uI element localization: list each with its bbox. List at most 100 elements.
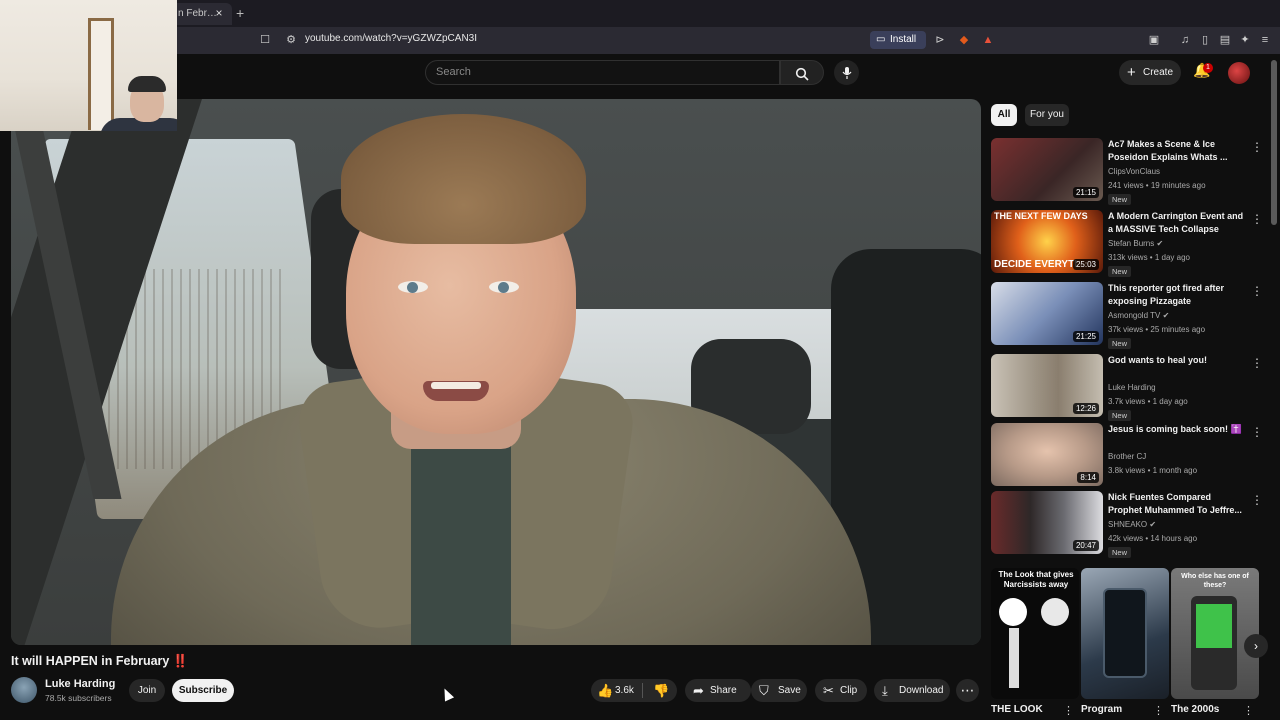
- bookmark-icon: ⛉: [759, 683, 769, 698]
- new-badge: New: [1108, 547, 1132, 558]
- video-frame-eye-left: [398, 281, 428, 293]
- phone-image: [1103, 588, 1147, 678]
- kebab-menu-icon[interactable]: ⋮: [1063, 704, 1074, 717]
- recommendation-item[interactable]: THE NEXT FEW DAYS DECIDE EVERYTI 25:03 A…: [991, 210, 1263, 277]
- kebab-menu-icon[interactable]: ⋮: [1251, 284, 1263, 298]
- share-button[interactable]: ➦ Share: [685, 679, 751, 702]
- sidebar-scrollbar[interactable]: [1271, 60, 1277, 225]
- save-button[interactable]: ⛉ Save: [751, 679, 807, 702]
- thumbnail-caption-top: THE NEXT FEW DAYS: [994, 211, 1088, 221]
- new-tab-icon[interactable]: +: [236, 4, 244, 22]
- short-title[interactable]: THE LOOK: [991, 704, 1043, 715]
- voice-search-button[interactable]: [834, 60, 859, 85]
- download-icon: ⤓: [882, 683, 888, 698]
- thumbs-up-icon[interactable]: 👍: [597, 679, 613, 702]
- like-count[interactable]: 3.6k: [615, 679, 634, 702]
- leo-icon[interactable]: ✦: [1237, 32, 1253, 48]
- recommendation-meta: 37k views • 25 minutes ago: [1108, 325, 1206, 334]
- recommendation-channel[interactable]: Stefan Burns ✔: [1108, 239, 1163, 248]
- recommendation-title[interactable]: God wants to heal you!: [1108, 354, 1246, 367]
- recommendation-item[interactable]: 21:25 This reporter got fired after expo…: [991, 282, 1263, 349]
- recommendation-channel[interactable]: Luke Harding: [1108, 383, 1156, 392]
- chip-for-you[interactable]: For you: [1025, 104, 1069, 126]
- close-tab-icon[interactable]: ×: [212, 4, 226, 22]
- search-icon: [795, 67, 809, 81]
- download-button[interactable]: ⤓ Download: [874, 679, 950, 702]
- recommendation-thumbnail[interactable]: 21:15: [991, 138, 1103, 201]
- search-button[interactable]: [780, 60, 824, 85]
- video-duration: 25:03: [1072, 259, 1099, 270]
- kebab-menu-icon[interactable]: ⋮: [1251, 425, 1263, 439]
- recommendation-item[interactable]: 8:14 Jesus is coming back soon! ✝️ Broth…: [991, 423, 1263, 487]
- recommendation-item[interactable]: 12:26 God wants to heal you! Luke Hardin…: [991, 354, 1263, 421]
- short-thumbnail[interactable]: [1081, 568, 1169, 699]
- recommendation-title[interactable]: This reporter got fired after exposing P…: [1108, 282, 1246, 308]
- reader-icon[interactable]: ▣: [1146, 32, 1162, 48]
- kebab-menu-icon[interactable]: ⋮: [1243, 704, 1254, 717]
- recommendation-title[interactable]: A Modern Carrington Event and a MASSIVE …: [1108, 210, 1246, 236]
- video-duration: 21:15: [1072, 187, 1099, 198]
- wallet-icon[interactable]: ▤: [1217, 32, 1233, 48]
- channel-name[interactable]: Luke Harding: [45, 678, 115, 690]
- recommendation-title[interactable]: Ac7 Makes a Scene & Ice Poseidon Explain…: [1108, 138, 1246, 164]
- send-icon[interactable]: ⊳: [932, 32, 948, 48]
- cartoon-face-icon: [999, 598, 1027, 626]
- bookmark-icon[interactable]: ☐: [257, 32, 273, 48]
- channel-name: Asmongold TV: [1108, 311, 1161, 320]
- install-button[interactable]: ▭ Install: [870, 31, 926, 49]
- join-button[interactable]: Join: [129, 679, 165, 702]
- channel-avatar[interactable]: [11, 677, 37, 703]
- recommendation-thumbnail[interactable]: 21:25: [991, 282, 1103, 345]
- menu-icon[interactable]: ≡: [1257, 32, 1273, 48]
- kebab-menu-icon[interactable]: ⋮: [1251, 140, 1263, 154]
- address-bar[interactable]: youtube.com/watch?v=yGZWZpCAN3I: [305, 33, 477, 44]
- thumbs-down-icon[interactable]: 👎: [653, 679, 669, 702]
- recommendation-item[interactable]: 21:15 Ac7 Makes a Scene & Ice Poseidon E…: [991, 138, 1263, 205]
- create-button[interactable]: + Create: [1119, 60, 1181, 85]
- video-frame-shirt: [411, 439, 511, 645]
- webcam-overlay: [0, 0, 177, 131]
- site-info-icon[interactable]: ⚙: [283, 32, 299, 48]
- subscribe-button[interactable]: Subscribe: [172, 679, 234, 702]
- kebab-menu-icon[interactable]: ⋮: [1153, 704, 1164, 717]
- recommendation-thumbnail[interactable]: 12:26: [991, 354, 1103, 417]
- channel-name: SHNEAKO: [1108, 520, 1148, 529]
- kebab-menu-icon[interactable]: ⋮: [1251, 356, 1263, 370]
- like-dislike-group: 👍 3.6k 👎: [591, 679, 677, 702]
- notification-count-badge: 1: [1203, 63, 1213, 73]
- video-duration: 12:26: [1072, 403, 1099, 414]
- recommendation-thumbnail[interactable]: THE NEXT FEW DAYS DECIDE EVERYTI 25:03: [991, 210, 1103, 273]
- short-caption: The Look that gives Narcissists away: [998, 570, 1074, 589]
- recommendation-channel[interactable]: Asmongold TV ✔: [1108, 311, 1169, 320]
- rewards-icon[interactable]: ▲: [980, 32, 996, 48]
- media-icon[interactable]: ♫: [1177, 32, 1193, 48]
- sidebar-icon[interactable]: ▯: [1197, 32, 1213, 48]
- install-label: Install: [890, 34, 917, 45]
- video-frame-hair: [341, 114, 586, 244]
- recommendation-thumbnail[interactable]: 20:47: [991, 491, 1103, 554]
- stick-figure: [1009, 628, 1019, 688]
- recommendation-title[interactable]: Nick Fuentes Compared Prophet Muhammed T…: [1108, 491, 1246, 517]
- short-title[interactable]: Program: [1081, 704, 1122, 715]
- search-input[interactable]: Search: [425, 60, 780, 85]
- recommendation-channel[interactable]: SHNEAKO ✔: [1108, 520, 1156, 529]
- subscriber-count: 78.5k subscribers: [45, 693, 112, 703]
- recommendation-meta: 313k views • 1 day ago: [1108, 253, 1190, 262]
- kebab-menu-icon[interactable]: ⋮: [1251, 493, 1263, 507]
- video-player[interactable]: [11, 99, 981, 645]
- kebab-menu-icon[interactable]: ⋮: [1251, 212, 1263, 226]
- brave-shield-icon[interactable]: ◆: [956, 32, 972, 48]
- short-title[interactable]: The 2000s: [1171, 704, 1219, 715]
- recommendation-channel[interactable]: Brother CJ: [1108, 452, 1146, 461]
- clip-button[interactable]: ✂ Clip: [815, 679, 867, 702]
- recommendation-item[interactable]: 20:47 Nick Fuentes Compared Prophet Muha…: [991, 491, 1263, 558]
- short-thumbnail[interactable]: Who else has one of these?: [1171, 568, 1259, 699]
- chip-all[interactable]: All: [991, 104, 1017, 126]
- chevron-right-icon[interactable]: ›: [1244, 634, 1268, 658]
- recommendation-title[interactable]: Jesus is coming back soon! ✝️: [1108, 423, 1246, 436]
- recommendation-thumbnail[interactable]: 8:14: [991, 423, 1103, 486]
- account-avatar[interactable]: [1228, 62, 1250, 84]
- recommendation-channel[interactable]: ClipsVonClaus: [1108, 167, 1160, 176]
- short-thumbnail[interactable]: The Look that gives Narcissists away: [991, 568, 1079, 699]
- more-actions-button[interactable]: ⋯: [956, 679, 979, 702]
